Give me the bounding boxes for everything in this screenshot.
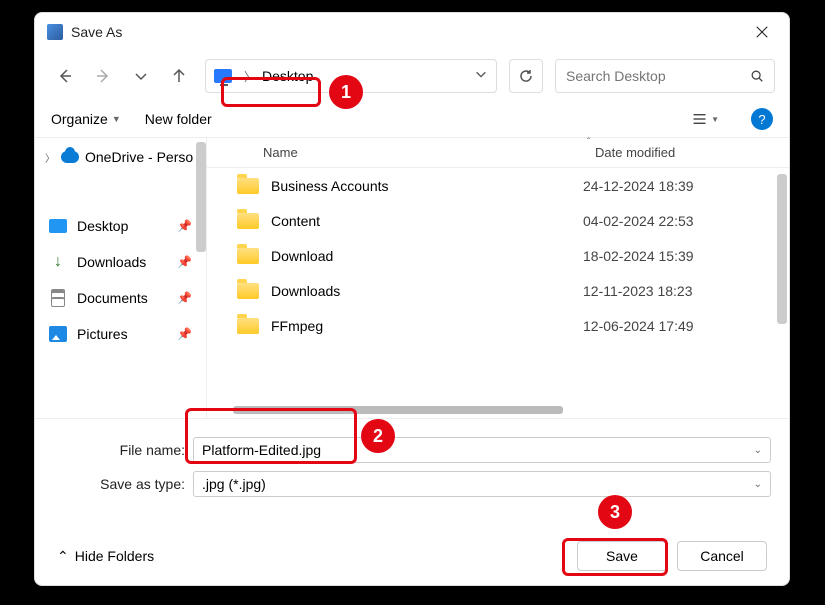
help-button[interactable]: ? — [751, 108, 773, 130]
file-name: FFmpeg — [271, 318, 583, 334]
sidebar-item-label: Pictures — [77, 326, 128, 342]
pin-icon: 📌 — [177, 219, 192, 233]
footer: ⌃ Hide Folders Save Cancel — [35, 511, 789, 585]
filename-value: Platform-Edited.jpg — [202, 442, 321, 458]
main-area: 〉 OneDrive - Perso Desktop 📌 ↓ Downloads… — [35, 137, 789, 418]
dialog-title: Save As — [71, 24, 739, 40]
address-bar[interactable]: 〉 Desktop — [205, 59, 497, 93]
pin-icon: 📌 — [177, 327, 192, 341]
desktop-icon — [49, 219, 67, 233]
folder-icon — [237, 213, 259, 229]
view-options-button[interactable]: ▼ — [691, 105, 719, 133]
app-icon — [47, 24, 63, 40]
file-row[interactable]: FFmpeg 12-06-2024 17:49 — [207, 308, 789, 343]
forward-button[interactable] — [87, 60, 119, 92]
save-button[interactable]: Save — [577, 541, 667, 571]
search-input[interactable] — [566, 68, 750, 84]
chevron-down-icon: ▼ — [112, 114, 121, 124]
file-name: Content — [271, 213, 583, 229]
file-name: Download — [271, 248, 583, 264]
organize-menu[interactable]: Organize ▼ — [51, 111, 121, 127]
titlebar: Save As — [35, 13, 789, 51]
file-row[interactable]: Content 04-02-2024 22:53 — [207, 203, 789, 238]
back-button[interactable] — [49, 60, 81, 92]
breadcrumb-separator-icon: 〉 — [244, 68, 256, 85]
search-icon — [750, 69, 764, 83]
breadcrumb-current[interactable]: Desktop — [262, 68, 313, 84]
chevron-right-icon[interactable]: 〉 — [45, 150, 55, 165]
sidebar-item-label: OneDrive - Perso — [85, 149, 193, 165]
file-name: Business Accounts — [271, 178, 583, 194]
file-row[interactable]: Download 18-02-2024 15:39 — [207, 238, 789, 273]
folder-icon — [237, 248, 259, 264]
sidebar-item-label: Documents — [77, 290, 148, 306]
nav-row: 〉 Desktop — [35, 51, 789, 101]
up-button[interactable] — [163, 60, 195, 92]
folder-icon — [237, 283, 259, 299]
toolbar: Organize ▼ New folder ▼ ? — [35, 101, 789, 137]
recent-dropdown[interactable] — [125, 60, 157, 92]
filename-label: File name: — [53, 442, 193, 458]
file-pane: ˆ Name Date modified Business Accounts 2… — [207, 138, 789, 418]
chevron-up-icon: ⌃ — [57, 548, 69, 565]
search-box[interactable] — [555, 59, 775, 93]
onedrive-icon — [61, 151, 79, 163]
sidebar-item-label: Downloads — [77, 254, 146, 270]
file-date: 12-11-2023 18:23 — [583, 283, 693, 299]
address-dropdown-icon[interactable] — [474, 67, 488, 86]
chevron-down-icon: ▼ — [711, 115, 719, 124]
vertical-scrollbar[interactable] — [777, 174, 787, 324]
close-button[interactable] — [739, 16, 785, 48]
document-icon — [51, 289, 65, 307]
sort-indicator-icon: ˆ — [587, 137, 590, 148]
file-date: 04-02-2024 22:53 — [583, 213, 694, 229]
sidebar-item-documents[interactable]: Documents 📌 — [35, 280, 206, 316]
sidebar-item-label: Desktop — [77, 218, 128, 234]
filetype-select[interactable]: .jpg (*.jpg) ⌄ — [193, 471, 771, 497]
pc-icon — [214, 69, 232, 83]
downloads-icon: ↓ — [49, 253, 67, 271]
hide-folders-toggle[interactable]: ⌃ Hide Folders — [57, 548, 154, 565]
file-list: Business Accounts 24-12-2024 18:39 Conte… — [207, 168, 789, 418]
filetype-value: .jpg (*.jpg) — [202, 476, 266, 492]
chevron-down-icon[interactable]: ⌄ — [754, 445, 762, 456]
column-header-name[interactable]: Name — [263, 145, 595, 160]
file-date: 12-06-2024 17:49 — [583, 318, 694, 334]
file-date: 18-02-2024 15:39 — [583, 248, 694, 264]
chevron-down-icon[interactable]: ⌄ — [754, 479, 762, 490]
sidebar: 〉 OneDrive - Perso Desktop 📌 ↓ Downloads… — [35, 138, 207, 418]
file-name: Downloads — [271, 283, 583, 299]
filetype-label: Save as type: — [53, 476, 193, 492]
form-area: File name: Platform-Edited.jpg ⌄ Save as… — [35, 418, 789, 511]
new-folder-button[interactable]: New folder — [145, 111, 212, 127]
sidebar-item-downloads[interactable]: ↓ Downloads 📌 — [35, 244, 206, 280]
sidebar-scrollbar[interactable] — [196, 142, 206, 252]
file-date: 24-12-2024 18:39 — [583, 178, 694, 194]
save-as-dialog: Save As 〉 Desktop — [34, 12, 790, 586]
folder-icon — [237, 178, 259, 194]
file-row[interactable]: Downloads 12-11-2023 18:23 — [207, 273, 789, 308]
sidebar-item-onedrive[interactable]: 〉 OneDrive - Perso — [35, 142, 206, 172]
sidebar-item-pictures[interactable]: Pictures 📌 — [35, 316, 206, 352]
pin-icon: 📌 — [177, 255, 192, 269]
quick-access-list: Desktop 📌 ↓ Downloads 📌 Documents 📌 Pict… — [35, 208, 206, 352]
pictures-icon — [49, 326, 67, 342]
filename-input[interactable]: Platform-Edited.jpg ⌄ — [193, 437, 771, 463]
column-headers: ˆ Name Date modified — [207, 138, 789, 168]
sidebar-item-desktop[interactable]: Desktop 📌 — [35, 208, 206, 244]
pin-icon: 📌 — [177, 291, 192, 305]
folder-icon — [237, 318, 259, 334]
file-row[interactable]: Business Accounts 24-12-2024 18:39 — [207, 168, 789, 203]
refresh-button[interactable] — [509, 59, 543, 93]
cancel-button[interactable]: Cancel — [677, 541, 767, 571]
column-header-modified[interactable]: Date modified — [595, 145, 789, 160]
horizontal-scrollbar[interactable] — [233, 406, 563, 414]
